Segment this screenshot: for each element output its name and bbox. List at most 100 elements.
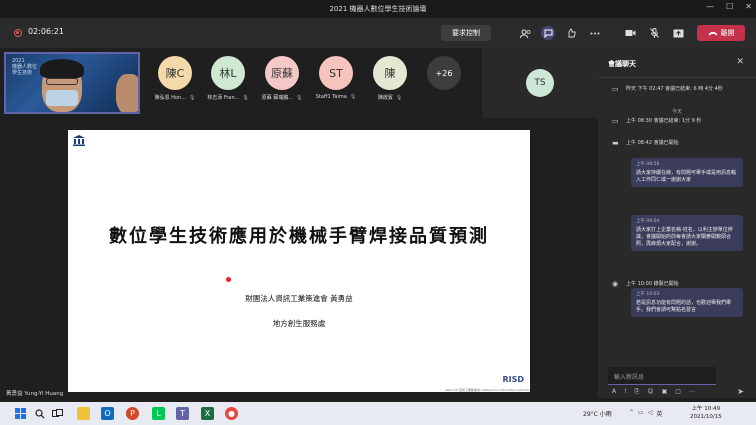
meeting-started-icon: ▬: [612, 139, 619, 147]
more-actions-icon[interactable]: [588, 26, 602, 40]
participant-name: Staff1 Taima 🎙: [315, 94, 357, 100]
minimize-button[interactable]: —: [706, 2, 714, 11]
close-window-button[interactable]: ✕: [745, 2, 752, 11]
participant-name: 原蘇 蘇瑞鵬... 🎙: [261, 94, 303, 102]
chrome-icon[interactable]: ●: [225, 407, 238, 420]
powerpoint-icon[interactable]: P: [126, 407, 139, 420]
mic-off-icon: 🎙: [296, 94, 303, 101]
reactions-icon[interactable]: [564, 26, 578, 40]
participant-name: 林志添 Fran... 🎙: [207, 94, 249, 102]
participant-tile[interactable]: ST Staff1 Taima 🎙: [311, 56, 361, 100]
camera-icon[interactable]: [623, 26, 637, 40]
mic-off-icon: 🎙: [349, 94, 357, 100]
share-screen-icon[interactable]: [671, 26, 685, 40]
file-explorer-icon[interactable]: [77, 407, 90, 420]
slide-brand-logo: RISD: [502, 375, 524, 384]
start-icon[interactable]: [14, 407, 27, 420]
slide-footer: 2021 XX 資訊工業策進會 Institute for Informatio…: [445, 388, 530, 392]
chat-system-message: ▬ 上午 08:42 會議已開始: [612, 139, 679, 147]
sticker-icon[interactable]: ▢: [675, 388, 681, 396]
message-time: 上午 10:03: [636, 292, 660, 297]
window-controls: — ☐ ✕: [706, 2, 752, 11]
chat-message-input[interactable]: 輸入新訊息: [608, 367, 716, 385]
message-time: 上午 08:56: [636, 162, 660, 167]
chat-day-separator: 今天: [671, 109, 682, 115]
slide-title: 數位學生技術應用於機械手臂焊接品質預測: [109, 226, 489, 247]
phone-hangup-icon: [708, 31, 717, 35]
participant-tile-ts[interactable]: TS: [482, 48, 598, 118]
avatar: 陳: [373, 56, 407, 90]
participants-icon[interactable]: [518, 26, 532, 40]
line-icon[interactable]: L: [152, 407, 165, 420]
close-icon[interactable]: ✕: [736, 57, 744, 67]
system-clock[interactable]: 上午 10:49 2021/10/15: [690, 405, 722, 421]
windows-taskbar: O P L T X ● 29°C 小雨 ⌃ ▭ ◁ 英 上午 10:49 202…: [0, 402, 756, 425]
more-participants-count: +26: [427, 56, 461, 90]
participant-name: 陳啟賓 🎙: [377, 94, 403, 102]
speaker-glasses: [46, 78, 78, 85]
participant-tile[interactable]: 陳 陳啟賓 🎙: [365, 56, 415, 101]
excel-icon[interactable]: X: [201, 407, 214, 420]
chat-header: 會議聊天 ✕: [598, 48, 756, 78]
search-icon[interactable]: [33, 407, 46, 420]
speaker-mask: [46, 90, 78, 106]
maximize-button[interactable]: ☐: [726, 2, 733, 11]
presenter-name-label: 黃勇益 Yung-Yi Huang: [6, 391, 64, 397]
more-options-icon[interactable]: ⋯: [689, 388, 695, 396]
institution-logo-icon: [72, 134, 86, 149]
meeting-ended-icon: ▭: [612, 85, 619, 93]
avatar: TS: [526, 69, 554, 97]
chevron-up-icon[interactable]: ⌃: [629, 409, 634, 418]
title-bar: 2021 機器人數位學生技術論壇 — ☐ ✕: [0, 0, 756, 18]
chat-message: 上午 10:03 若是訊息功能有問題的話，也歡迎舉我們舉手，我們會請可幫點名發言: [631, 288, 743, 317]
request-control-button[interactable]: 要求控制: [441, 25, 491, 41]
mic-off-icon: 🎙: [242, 94, 249, 101]
mic-off-icon: 🎙: [395, 94, 403, 101]
more-participants-tile[interactable]: +26: [419, 56, 469, 90]
meeting-timer: 02:06:21: [28, 27, 64, 36]
chat-icon[interactable]: [541, 26, 555, 40]
shared-content-stage: 數位學生技術應用於機械手臂焊接品質預測 財團法人資訊工業策進會 黃勇益 地方創生…: [0, 118, 598, 398]
message-text: 請大家打上企業名稱-姓名，以利主辦單位辨識，會議開始的前每會請大家關麥開鏡頭合照…: [636, 227, 733, 247]
mic-off-icon[interactable]: [647, 26, 661, 40]
important-icon[interactable]: !: [624, 388, 626, 396]
chat-system-message: ▭ 上午 08:30 會議已結束: 1分 9 秒: [612, 117, 702, 125]
participant-tile[interactable]: 陳C 陳弘恩 Hon... 🎙: [150, 56, 200, 101]
format-icon[interactable]: A: [612, 388, 616, 396]
presentation-slide: 數位學生技術應用於機械手臂焊接品質預測 財團法人資訊工業策進會 黃勇益 地方創生…: [68, 130, 530, 392]
meeting-chat-panel: 會議聊天 ✕ ▭ 昨天 下午 02:47 會議已結束: 6 時 4分 4秒 今天…: [598, 48, 756, 398]
participant-gallery: 2021 機器人數位 學生技術 陳C 陳弘恩 Hon... 🎙 林L 林志添 Fr…: [0, 48, 598, 118]
task-view-icon[interactable]: [51, 407, 64, 420]
teams-icon[interactable]: T: [176, 407, 189, 420]
gif-icon[interactable]: ▣: [662, 388, 668, 396]
message-text: 若是訊息功能有問題的話，也歡迎舉我們舉手，我們會請可幫點名發言: [636, 300, 732, 313]
mic-off-icon: 🎙: [189, 94, 196, 101]
participant-tile[interactable]: 林L 林志添 Fran... 🎙: [203, 56, 253, 101]
volume-icon[interactable]: ◁: [648, 409, 653, 418]
chat-compose-tools: A ! ⎘ ☺ ▣ ▢ ⋯: [612, 388, 695, 396]
avatar: 陳C: [158, 56, 192, 90]
chat-title: 會議聊天: [608, 60, 636, 68]
window-title: 2021 機器人數位學生技術論壇: [329, 5, 427, 13]
send-icon[interactable]: ➤: [737, 387, 744, 396]
slide-department: 地方創生服務處: [272, 319, 326, 328]
laser-pointer-dot: [226, 277, 231, 282]
avatar: ST: [319, 56, 353, 90]
participant-name: 陳弘恩 Hon... 🎙: [154, 94, 196, 102]
message-text: 請大家持續在線，有問題可舉手或是用訊息輸入工作同仁或一謝謝大家: [636, 170, 737, 183]
recording-started-icon: ◉: [612, 280, 619, 288]
meeting-toolbar: 02:06:21 要求控制 離開: [0, 18, 756, 48]
ime-icon[interactable]: 英: [656, 409, 662, 418]
avatar: 原蘇: [265, 56, 299, 90]
speaker-hand: [116, 74, 138, 112]
emoji-icon[interactable]: ☺: [647, 388, 653, 396]
participant-tile[interactable]: 原蘇 原蘇 蘇瑞鵬... 🎙: [257, 56, 307, 101]
leave-button[interactable]: 離開: [697, 25, 745, 41]
weather-widget[interactable]: 29°C 小雨: [583, 409, 612, 418]
self-video-tile[interactable]: 2021 機器人數位 學生技術: [4, 52, 140, 114]
outlook-icon[interactable]: O: [101, 407, 114, 420]
chat-system-message: ◉ 上午 10:00 錄製已開始: [612, 280, 679, 288]
network-icon[interactable]: ▭: [638, 409, 644, 418]
avatar: 林L: [211, 56, 245, 90]
attach-icon[interactable]: ⎘: [635, 388, 640, 396]
